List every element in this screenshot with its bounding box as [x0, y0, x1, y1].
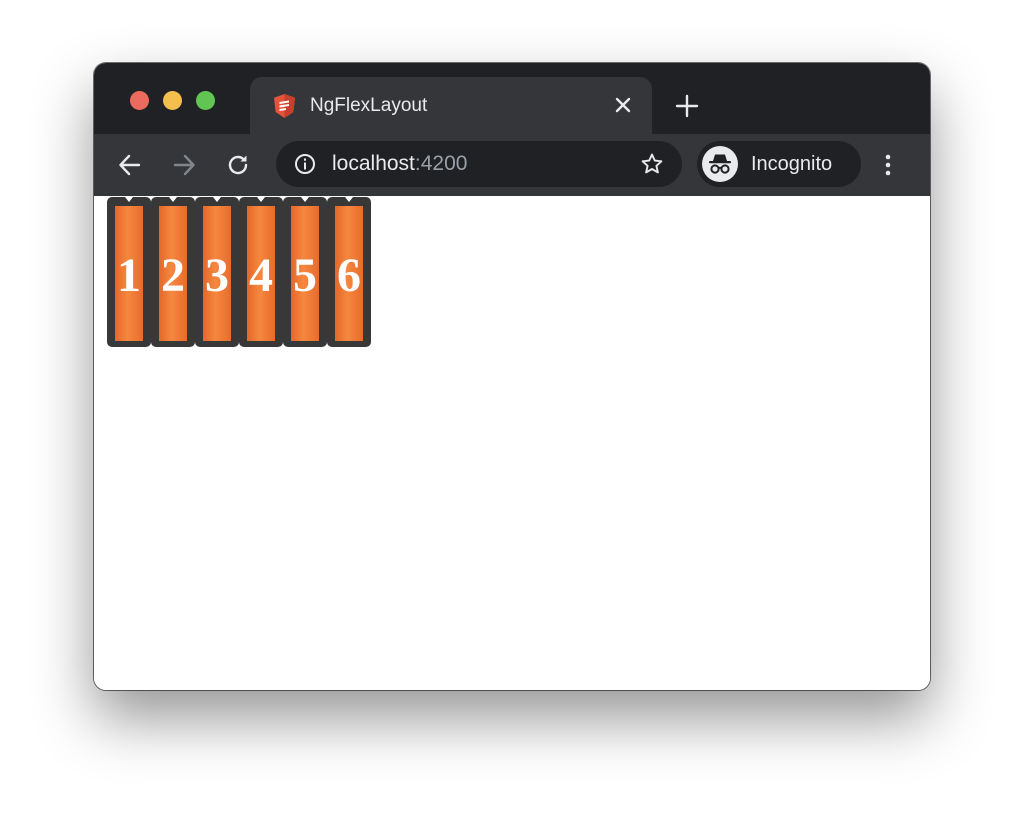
flex-item-1: 1	[107, 197, 151, 347]
tab-strip: NgFlexLayout	[94, 63, 930, 134]
window-zoom-button[interactable]	[196, 91, 215, 110]
page-viewport: 1 2 3 4 5 6	[94, 196, 930, 690]
tab-title: NgFlexLayout	[310, 95, 428, 116]
angular-flex-logo-icon	[274, 94, 295, 118]
browser-window: NgFlexLayout localhost:4200 Incognito 1 …	[94, 63, 930, 690]
reload-icon[interactable]	[225, 152, 251, 178]
flex-item-label: 6	[337, 248, 361, 302]
url-host: localhost	[332, 152, 415, 175]
flex-item-label: 1	[117, 248, 141, 302]
flex-item-5: 5	[283, 197, 327, 347]
flex-item-6: 6	[327, 197, 371, 347]
flex-container: 1 2 3 4 5 6	[107, 197, 371, 347]
tab-ngflexlayout[interactable]: NgFlexLayout	[250, 77, 652, 134]
star-icon[interactable]	[640, 152, 664, 176]
flex-item-label: 4	[249, 248, 273, 302]
window-minimize-button[interactable]	[163, 91, 182, 110]
flex-item-2: 2	[151, 197, 195, 347]
flex-item-3: 3	[195, 197, 239, 347]
window-close-button[interactable]	[130, 91, 149, 110]
new-tab-plus-icon[interactable]	[674, 93, 700, 119]
arrow-left-icon[interactable]	[117, 152, 143, 178]
url-text[interactable]: localhost:4200	[332, 150, 467, 178]
browser-toolbar: localhost:4200 Incognito	[94, 134, 930, 196]
url-port: :4200	[414, 152, 468, 175]
incognito-avatar	[702, 146, 738, 182]
arrow-right-icon[interactable]	[171, 152, 197, 178]
info-icon[interactable]	[294, 153, 316, 175]
flex-item-label: 2	[161, 248, 185, 302]
incognito-profile-button[interactable]: Incognito	[697, 141, 861, 187]
screenshot-stage: NgFlexLayout localhost:4200 Incognito 1 …	[0, 0, 1024, 815]
incognito-label: Incognito	[751, 153, 833, 175]
kebab-menu-icon[interactable]	[880, 152, 896, 178]
address-bar[interactable]: localhost:4200	[276, 141, 682, 187]
flex-item-label: 3	[205, 248, 229, 302]
flex-item-4: 4	[239, 197, 283, 347]
flex-item-label: 5	[293, 248, 317, 302]
close-icon[interactable]	[612, 94, 634, 116]
incognito-icon	[709, 154, 731, 174]
